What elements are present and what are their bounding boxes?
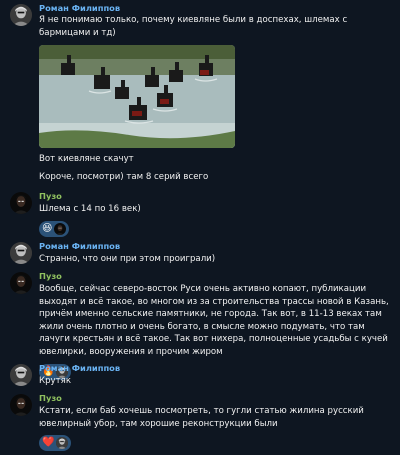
message-bubble[interactable]: Пузо Кстати, если баб хочешь посмотреть,…	[39, 392, 393, 452]
avatar[interactable]	[10, 394, 32, 416]
avatar[interactable]	[10, 4, 32, 26]
chat-history[interactable]: Роман Филиппов Я не понимаю только, поче…	[0, 0, 400, 455]
message-text: Кстати, если баб хочешь посмотреть, то г…	[39, 406, 364, 429]
avatar[interactable]	[10, 242, 32, 264]
message-bubble[interactable]: Пузо Шлема с 14 по 16 век) 😆	[39, 190, 393, 237]
photo-image	[39, 45, 235, 149]
message-bubble[interactable]: Роман Филиппов Странно, что они при этом…	[39, 240, 393, 266]
sender-name[interactable]: Пузо	[39, 392, 393, 404]
message-text: Вообще, сейчас северо-восток Руси очень …	[39, 284, 389, 357]
heart-emoji-icon: ❤️	[42, 437, 55, 449]
message-text: Шлема с 14 по 16 век)	[39, 204, 141, 214]
message-text: Крутяк	[39, 376, 72, 386]
photo-caption: Вот киевляне скачут	[39, 154, 134, 165]
message-text: Короче, посмотри) там 8 серий всего	[39, 171, 209, 182]
reaction-chip[interactable]: ❤️	[39, 435, 72, 452]
message-text: Я не понимаю только, почему киевляне был…	[39, 15, 348, 38]
sender-name[interactable]: Роман Филиппов	[39, 362, 393, 374]
reactor-avatar	[56, 437, 69, 450]
message-bubble[interactable]: Роман Филиппов Крутяк	[39, 362, 393, 388]
avatar[interactable]	[10, 192, 32, 214]
reactor-avatar	[54, 222, 67, 235]
avatar[interactable]	[10, 364, 32, 386]
sender-name[interactable]: Роман Филиппов	[39, 240, 393, 252]
reaction-list: 😆	[39, 220, 393, 237]
message-bubble[interactable]: Роман Филиппов Я не понимаю только, поче…	[39, 2, 393, 183]
sender-name[interactable]: Пузо	[39, 270, 393, 282]
laughing-emoji-icon: 😆	[42, 222, 53, 234]
message-photo[interactable]	[39, 45, 235, 149]
avatar[interactable]	[10, 272, 32, 294]
reaction-list: ❤️	[39, 435, 393, 452]
reaction-chip[interactable]: 😆	[39, 220, 70, 237]
message-text: Странно, что они при этом проиграли)	[39, 254, 216, 264]
sender-name[interactable]: Роман Филиппов	[39, 2, 393, 14]
sender-name[interactable]: Пузо	[39, 190, 393, 202]
